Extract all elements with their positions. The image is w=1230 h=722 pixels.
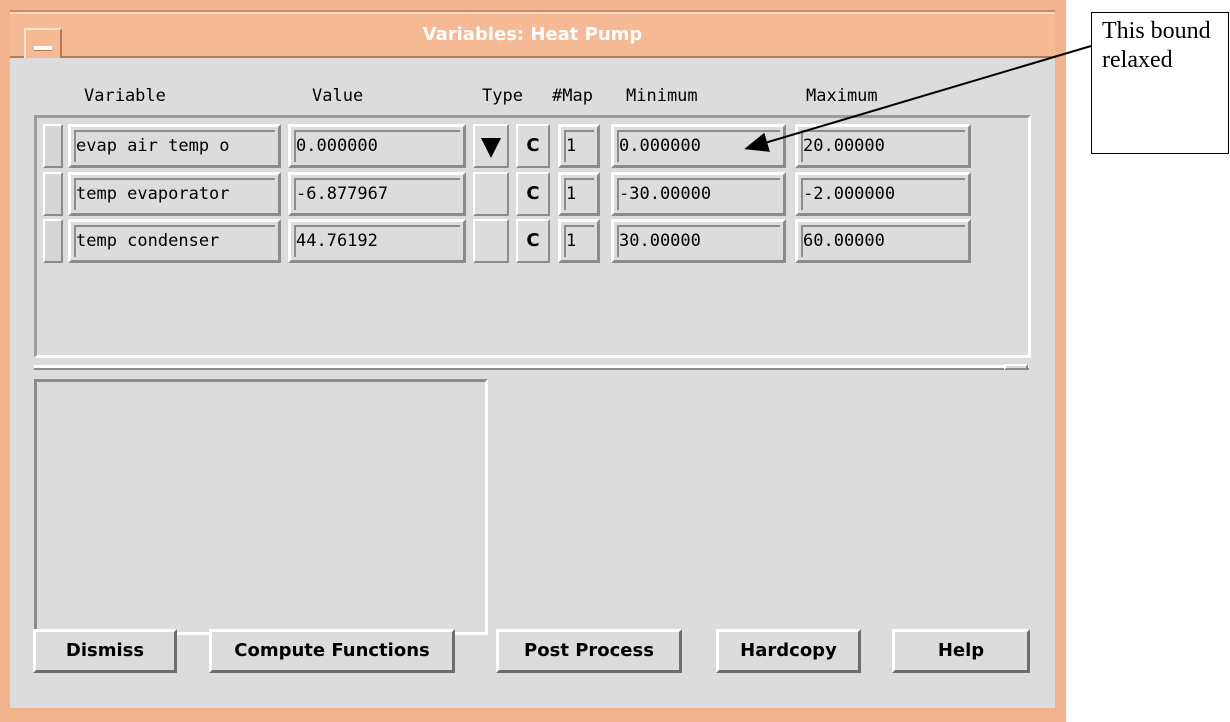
maximum-text: 60.00000 <box>803 231 885 251</box>
map-text: 1 <box>566 136 577 156</box>
value-text: 44.76192 <box>296 231 378 251</box>
map-text: 1 <box>566 231 577 251</box>
map-text: 1 <box>566 184 577 204</box>
value-text: -6.877967 <box>296 184 389 204</box>
maximum-text: 20.00000 <box>803 136 885 156</box>
variable-name-text: temp condenser <box>76 231 220 251</box>
minimum-text: 0.000000 <box>619 136 701 156</box>
value-text: 0.000000 <box>296 136 378 156</box>
variable-name-text: evap air temp o <box>76 136 230 156</box>
variable-name-text: temp evaporator <box>76 184 230 204</box>
minimum-text: 30.00000 <box>619 231 701 251</box>
callout-arrow <box>744 45 1092 152</box>
maximum-text: -2.000000 <box>803 184 896 204</box>
minimum-text: -30.00000 <box>619 184 712 204</box>
